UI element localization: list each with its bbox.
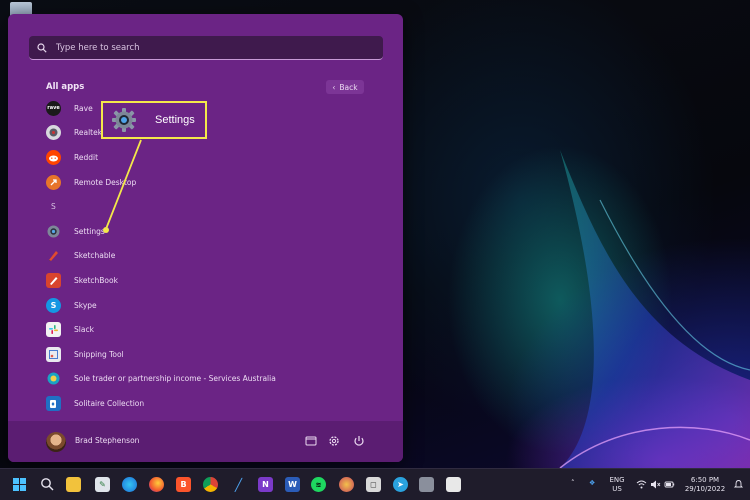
app-label: Rave [74,103,93,113]
avatar[interactable] [46,432,66,452]
skype-icon: S [46,297,61,313]
app-item-remote-desktop[interactable]: Remote Desktop [46,170,386,195]
telegram-icon[interactable]: ➤ [393,477,408,492]
rave-icon: rave [46,100,61,116]
volume-muted-icon[interactable] [650,479,661,490]
app-label: Remote Desktop [74,177,137,187]
realtek-icon [46,125,61,141]
letter-label: S [51,202,56,212]
app-label: Solitaire Collection [74,398,145,408]
wifi-icon[interactable] [636,479,647,490]
solitaire-icon [46,395,61,411]
letter-header-s[interactable]: S [46,194,386,219]
app-item-sketchable[interactable]: Sketchable [46,244,386,269]
search-icon [37,42,47,53]
app-icon-circle[interactable] [339,477,354,492]
app-item-snipping-tool[interactable]: Snipping Tool [46,342,386,367]
language-region: US [612,485,622,493]
clock-date: 29/10/2022 [684,485,726,493]
app-item-settings[interactable]: Settings [46,219,386,244]
app-label: Skype [74,300,97,310]
app-icon-window[interactable] [419,477,434,492]
search-input[interactable] [56,42,356,53]
app-label: Sole trader or partnership income - Serv… [74,374,276,384]
notepad-icon[interactable] [446,477,461,492]
app-label: SketchBook [74,275,118,285]
app-item-solitaire[interactable]: Solitaire Collection [46,391,386,416]
search-box[interactable] [29,36,383,60]
callout-label: Settings [155,114,195,126]
app-item-sole-trader[interactable]: Sole trader or partnership income - Serv… [46,367,386,392]
app-item-realtek[interactable]: Realtek Audio Console [46,121,386,146]
language-code: ENG [609,476,625,484]
snipping-tool-icon [46,346,61,362]
language-indicator[interactable]: ENG US [606,476,628,494]
app-label: Sketchable [74,251,116,261]
app-label: Snipping Tool [74,349,124,359]
all-apps-heading: All apps [46,82,85,92]
onenote-icon[interactable]: N [258,477,273,492]
spotify-icon[interactable]: ≋ [311,477,326,492]
user-name[interactable]: Brad Stephenson [75,436,139,445]
dropbox-icon[interactable]: ❖ [589,479,595,488]
firefox-icon[interactable] [149,477,164,492]
battery-icon[interactable] [664,479,675,490]
notification-bell-icon[interactable] [733,479,744,490]
edge-icon[interactable] [122,477,137,492]
chevron-up-icon[interactable]: ˄ [571,479,575,488]
remote-desktop-icon [46,174,61,190]
app-label: Slack [74,325,94,335]
slack-icon [46,322,61,338]
app-list: rave Rave Realtek Audio Console Reddit R… [46,96,386,416]
services-australia-icon [46,371,61,386]
clock[interactable]: 6:50 PM 29/10/2022 [682,476,728,494]
settings-callout: Settings [101,101,207,139]
app-label: Reddit [74,152,99,162]
sketchbook-icon [46,272,61,288]
taskbar: ✎ B ╱ N W ≋ ◻ ➤ ˄ ❖ ENG US 6:50 PM 29/10… [0,468,750,500]
app-item-sketchbook[interactable]: SketchBook [46,268,386,293]
settings-gear-icon [46,224,61,239]
power-icon[interactable] [352,434,366,448]
brave-icon[interactable]: B [176,477,191,492]
settings-icon[interactable] [327,434,341,448]
search-icon[interactable] [40,477,55,492]
reddit-icon [46,149,61,165]
back-button[interactable]: ‹ Back [326,80,364,94]
chevron-left-icon: ‹ [332,82,336,92]
word-icon[interactable]: W [285,477,300,492]
back-button-label: Back [339,82,358,92]
windows-start-icon[interactable] [12,477,27,492]
clock-time: 6:50 PM [690,476,720,484]
pen-icon[interactable]: ╱ [231,477,246,492]
app-item-slack[interactable]: Slack [46,317,386,342]
sketchbook-taskbar-icon[interactable]: ✎ [95,477,110,492]
app-item-skype[interactable]: S Skype [46,293,386,318]
settings-gear-icon [112,108,136,132]
file-explorer-icon[interactable] [66,477,81,492]
file-explorer-icon[interactable] [304,434,318,448]
app-label: Settings [74,226,105,236]
sketchable-icon [46,248,61,263]
start-menu: All apps ‹ Back rave Rave Realtek Audio … [8,14,403,462]
start-menu-footer: Brad Stephenson [8,421,403,462]
store-icon[interactable]: ◻ [366,477,381,492]
app-item-reddit[interactable]: Reddit [46,145,386,170]
chrome-icon[interactable] [203,477,218,492]
app-item-rave[interactable]: rave Rave [46,96,386,121]
